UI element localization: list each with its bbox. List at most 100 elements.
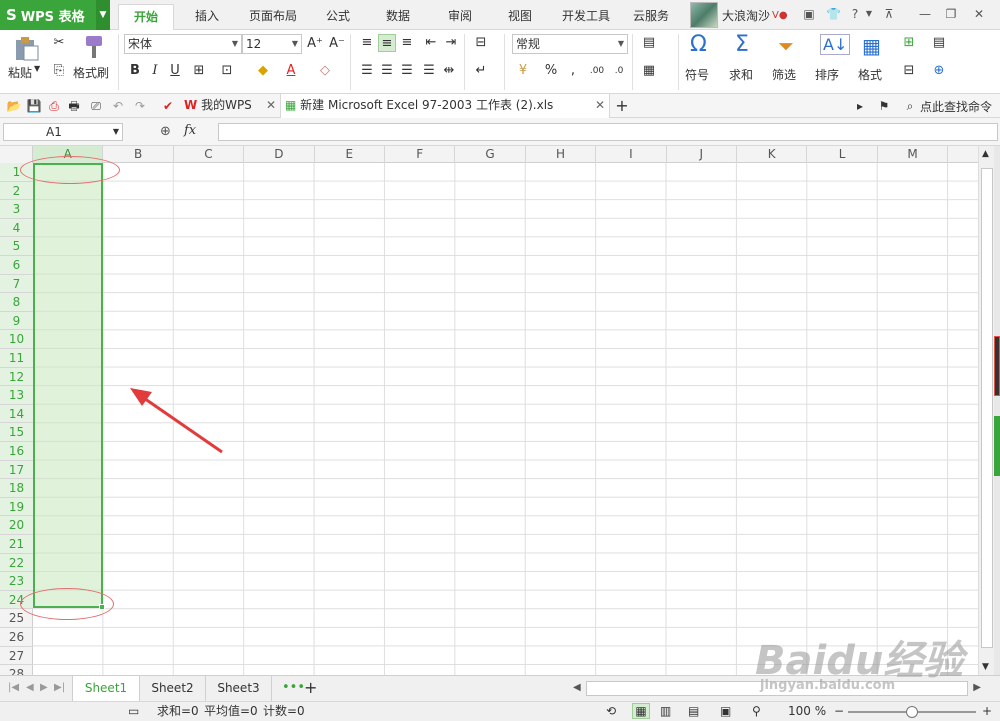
last-sheet-icon[interactable]: ▶| [54,682,65,693]
comma-icon[interactable]: , [564,62,582,80]
column-header[interactable]: B [103,146,174,163]
row-header[interactable]: 21 [0,535,33,554]
distribute-icon[interactable]: ⇹ [440,62,458,80]
align-right-icon[interactable]: ☰ [398,62,416,80]
row-header[interactable]: 19 [0,497,33,517]
zoom-out-icon[interactable]: − [834,702,844,721]
clear-format-icon[interactable]: ◇ [316,62,334,80]
redo-icon[interactable]: ↷ [132,98,148,114]
column-header[interactable]: D [244,146,315,163]
scroll-down-icon[interactable]: ▼ [982,662,989,672]
format-painter-icon[interactable] [80,34,108,60]
shirt-icon[interactable]: 👕 [826,7,841,21]
scroll-right-icon[interactable]: ▶ [973,682,981,693]
tab-developer[interactable]: 开发工具 [556,4,616,30]
sum-icon[interactable]: Σ [735,32,749,57]
new-tab-icon[interactable]: + [614,98,630,114]
freeze-icon[interactable]: ⊟ [900,62,918,80]
add-sheet-icon[interactable]: + [304,678,317,697]
column-header[interactable]: J [667,146,737,163]
scroll-up-icon[interactable]: ▲ [982,149,989,159]
row-header[interactable]: 27 [0,647,33,666]
cut-icon[interactable]: ✂ [50,34,68,52]
copy-icon[interactable]: ⎘ [50,62,68,80]
print-preview-icon[interactable]: ⎚ [88,98,104,114]
next-sheet-icon[interactable]: ▶ [40,682,48,693]
reading-mode-icon[interactable]: ▤ [688,702,699,721]
doc-tab-workbook[interactable]: ▦ 新建 Microsoft Excel 97-2003 工作表 (2).xls… [280,94,610,118]
filter-button[interactable]: 筛选 [772,66,796,83]
chevron-down-icon[interactable]: ▼ [34,64,40,73]
row-header[interactable]: 12 [0,367,33,387]
side-panel-toggle[interactable] [994,146,1000,675]
fill-color-icon[interactable]: ◆ [254,62,272,80]
pin-icon[interactable]: ⚲ [752,702,761,721]
scroll-left-icon[interactable]: ◀ [573,682,581,693]
tab-cloud[interactable]: 云服务 [626,4,676,30]
tab-home[interactable]: 开始 [118,4,174,30]
align-left-icon[interactable]: ☰ [358,62,376,80]
decrease-decimal-icon[interactable]: .0 [610,62,628,80]
feedback-icon[interactable]: ⚑ [876,98,892,114]
column-header[interactable]: K [737,146,808,163]
tab-list-icon[interactable]: ▸ [852,98,868,114]
normal-view-icon[interactable]: ▦ [632,703,650,719]
vertical-scroll-thumb[interactable] [981,168,993,648]
row-header[interactable]: 17 [0,460,33,480]
symbol-icon[interactable]: Ω [690,32,707,57]
row-header[interactable]: 14 [0,404,33,424]
row-header[interactable]: 13 [0,386,33,405]
indent-decrease-icon[interactable]: ⇤ [422,34,440,52]
app-menu-button[interactable]: S WPS 表格 ▼ [0,0,110,30]
row-header[interactable]: 28 [0,665,33,675]
row-header[interactable]: 3 [0,200,33,219]
conditional-format-icon[interactable]: ▤ [640,34,658,52]
align-middle-icon[interactable]: ≡ [378,34,396,52]
zoom-slider-knob[interactable] [906,706,918,718]
sort-button[interactable]: 排序 [815,66,839,83]
justify-icon[interactable]: ☰ [420,62,438,80]
doc-tab-my-wps[interactable]: W 我的WPS ✕ [180,94,280,118]
eye-protect-icon[interactable]: ▣ [720,702,731,721]
sheet-tab-3[interactable]: Sheet3 [206,676,272,701]
minimize-icon[interactable]: — [918,7,932,21]
sort-icon[interactable]: A↓ [820,34,851,55]
column-header[interactable]: M [878,146,949,163]
column-header[interactable]: I [596,146,667,163]
increase-font-icon[interactable]: A⁺ [306,35,324,53]
bold-icon[interactable]: B [126,62,144,80]
find-icon[interactable]: ⊕ [930,62,948,80]
column-header[interactable]: C [174,146,245,163]
paste-icon[interactable] [12,36,40,62]
page-break-view-icon[interactable]: ▥ [660,702,671,721]
wrap-text-icon[interactable]: ↵ [472,62,490,80]
indent-increase-icon[interactable]: ⇥ [442,34,460,52]
row-header[interactable]: 23 [0,572,33,591]
rows-cols-icon[interactable]: ⊞ [900,34,918,52]
close-icon[interactable]: ✕ [595,94,605,117]
worksheet-icon[interactable]: ▤ [930,34,948,52]
row-header[interactable]: 18 [0,479,33,498]
macro-icon[interactable]: ▭ [128,702,139,721]
filter-icon[interactable]: ⏷ [778,34,794,58]
zoom-slider[interactable] [848,706,976,718]
row-header[interactable]: 6 [0,256,33,275]
merge-center-icon[interactable]: ⊟ [472,34,490,52]
sheet-tab-1[interactable]: Sheet1 [72,676,140,701]
column-header[interactable]: H [526,146,597,163]
format-icon[interactable]: ▦ [862,34,881,58]
column-header[interactable]: L [807,146,878,163]
undo-icon[interactable]: ↶ [110,98,126,114]
tab-view[interactable]: 视图 [496,4,544,30]
increase-decimal-icon[interactable]: .00 [588,62,606,80]
first-sheet-icon[interactable]: |◀ [8,682,19,693]
insert-function-button[interactable]: fx [184,123,196,138]
chevron-down-icon[interactable]: ▼ [862,7,876,21]
tab-page-layout[interactable]: 页面布局 [240,4,306,30]
row-header[interactable]: 9 [0,311,33,331]
skin-icon[interactable]: ▣ [802,7,816,21]
align-top-icon[interactable]: ≡ [358,34,376,52]
percent-icon[interactable]: % [542,62,560,80]
row-header[interactable]: 15 [0,423,33,442]
save-icon[interactable]: 💾 [26,98,42,114]
